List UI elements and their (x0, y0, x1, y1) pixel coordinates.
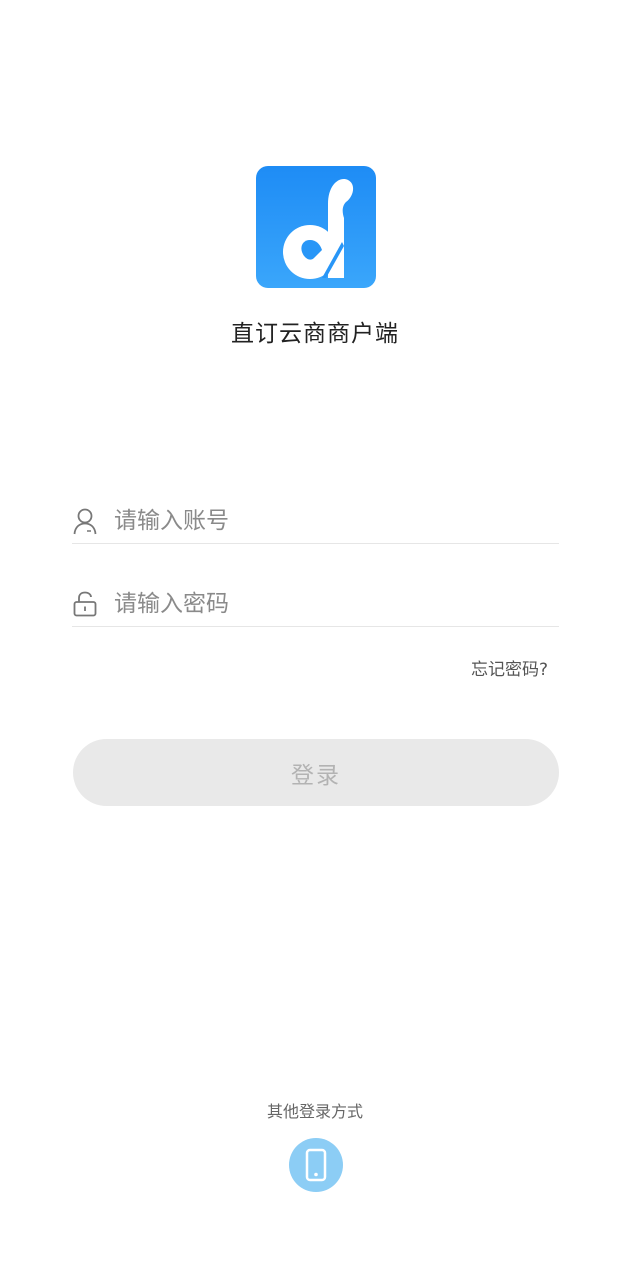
login-page: 直订云商商户端 忘记密码? 登录 其他登录方式 (0, 0, 630, 1280)
account-field (72, 498, 559, 544)
user-icon (72, 507, 98, 535)
logo-mark-icon (283, 179, 354, 279)
lock-icon (72, 590, 98, 618)
other-login-label: 其他登录方式 (266, 1102, 363, 1121)
login-button[interactable]: 登录 (73, 739, 559, 806)
app-logo (256, 166, 376, 288)
phone-icon (305, 1148, 327, 1182)
password-input[interactable] (114, 583, 559, 624)
forgot-password-link[interactable]: 忘记密码? (471, 655, 548, 680)
password-field (72, 581, 559, 627)
account-input[interactable] (114, 500, 559, 541)
phone-login-button[interactable] (289, 1138, 343, 1192)
app-name: 直订云商商户端 (231, 321, 399, 347)
